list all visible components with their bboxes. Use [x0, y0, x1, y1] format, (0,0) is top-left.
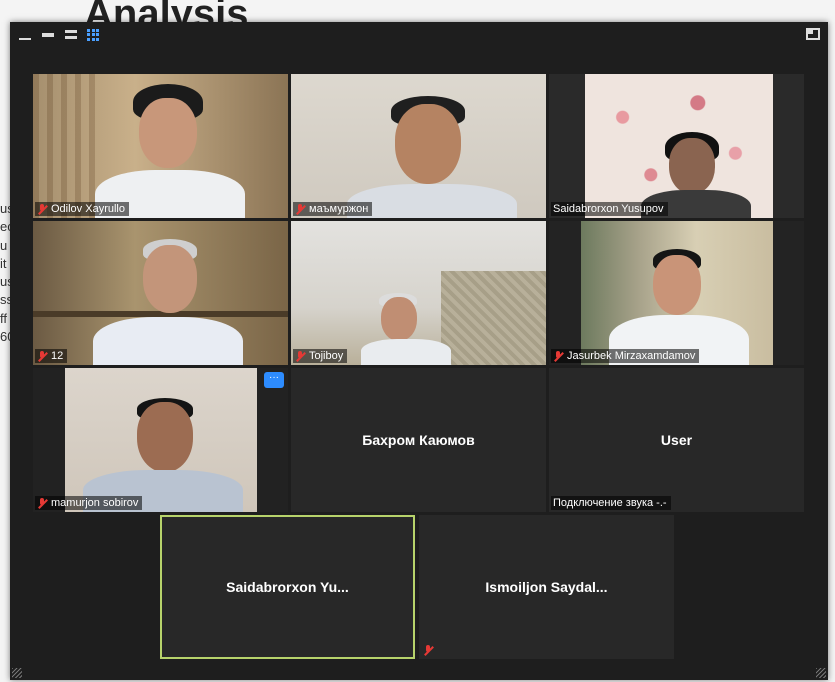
participant-tile-jasurbek[interactable]: Jasurbek Mirzaxamdamov [549, 221, 804, 365]
gallery-view-icon[interactable] [87, 28, 100, 42]
participant-name-label: Odilov Xayrullo [35, 202, 129, 216]
window-small-icon[interactable] [41, 28, 55, 42]
participant-name: Бахром Каюмов [362, 432, 475, 448]
participant-mute-label [421, 644, 438, 657]
participant-face [381, 297, 417, 341]
participant-face [669, 138, 715, 194]
participant-face [395, 104, 461, 184]
participant-tile-ismoiljon[interactable]: Ismoiljon Saydal... [419, 515, 674, 659]
participant-face [653, 255, 701, 315]
speaker-view-icon[interactable] [64, 28, 78, 42]
participant-face [137, 402, 193, 472]
participant-tile-12[interactable]: 12 [33, 221, 288, 365]
participant-tile-user[interactable]: User Подключение звука -.- [549, 368, 804, 512]
microphone-muted-icon [295, 203, 306, 215]
participant-tile-tojiboy[interactable]: Tojiboy [291, 221, 546, 365]
resize-handle-right[interactable] [816, 668, 826, 678]
microphone-muted-icon [295, 350, 306, 362]
more-options-button[interactable]: ··· [264, 372, 284, 388]
microphone-muted-icon [37, 203, 48, 215]
participant-tile-saidabrorxon-active[interactable]: Saidabrorxon Yu... [160, 515, 415, 659]
participant-name: Saidabrorxon Yu... [226, 579, 349, 595]
participant-name-label: Tojiboy [293, 349, 348, 363]
zoom-gallery-window: Odilov Xayrullo маъмуржон Saidabrorxon Y… [10, 22, 828, 680]
participant-tile-mamurjon-sobirov[interactable]: mamurjon sobirov [33, 368, 288, 512]
participant-name-label: Jasurbek Mirzaxamdamov [551, 349, 700, 363]
connecting-audio-label: Подключение звука -.- [551, 496, 671, 510]
participant-face [143, 245, 197, 313]
microphone-muted-icon [553, 350, 564, 362]
participant-face [139, 98, 197, 168]
microphone-muted-icon [37, 350, 48, 362]
microphone-muted-icon [37, 497, 48, 509]
microphone-muted-icon [423, 645, 434, 656]
participant-name-label: Saidabrorxon Yusupov [551, 202, 668, 216]
participant-name: User [660, 432, 693, 448]
participant-name-label: 12 [35, 349, 68, 363]
resize-handle-left[interactable] [12, 668, 22, 678]
view-toolbar [18, 28, 100, 42]
minimize-icon[interactable] [18, 28, 32, 42]
participant-name: Ismoiljon Saydal... [485, 579, 608, 595]
participant-name-label: mamurjon sobirov [35, 496, 143, 510]
fullscreen-icon[interactable] [806, 28, 820, 40]
participant-name-label: маъмуржон [293, 202, 373, 216]
participant-tile-baxrom[interactable]: Бахром Каюмов [291, 368, 546, 512]
participant-tile-odilov[interactable]: Odilov Xayrullo [33, 74, 288, 218]
participant-tile-saidabrorxon[interactable]: Saidabrorxon Yusupov [549, 74, 804, 218]
participant-tile-mamurjon[interactable]: маъмуржон [291, 74, 546, 218]
